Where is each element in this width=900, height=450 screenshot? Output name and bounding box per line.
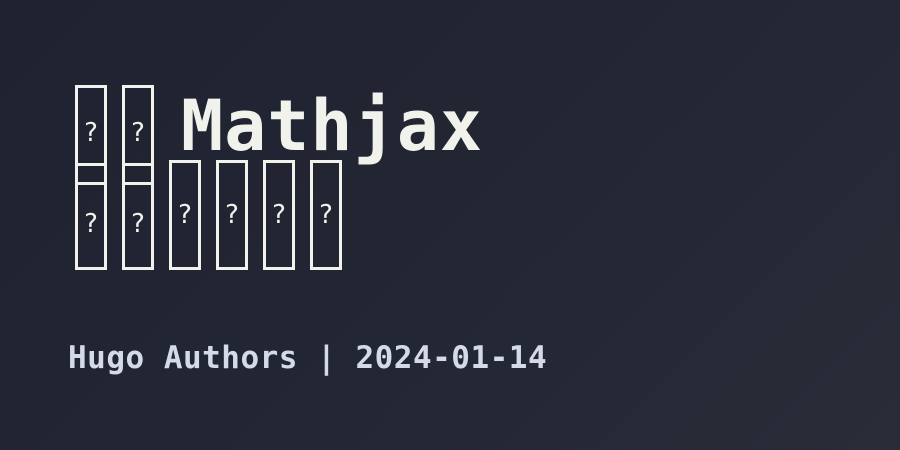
missing-glyph-box: ? (169, 160, 201, 270)
missing-glyph-mark: ? (131, 208, 145, 239)
missing-glyph-mark: ? (178, 200, 192, 230)
title-text: Mathjax (181, 85, 484, 167)
post-title-line-2: ? ? (75, 180, 169, 270)
meta-separator: | (297, 340, 356, 376)
post-date: 2024-01-14 (355, 340, 548, 376)
missing-glyph-mark: ? (84, 118, 98, 148)
og-image-card: ? ? Mathjax ? ? ? ? ? ? Hugo Authors | 2… (0, 0, 900, 450)
author-name: Hugo Authors (68, 340, 298, 376)
missing-glyph-box: ? (122, 180, 154, 270)
missing-glyph-mark: ? (225, 200, 239, 230)
missing-glyph-mark: ? (84, 208, 98, 239)
post-meta: Hugo Authors | 2024-01-14 (68, 340, 547, 376)
missing-glyph-box: ? (75, 180, 107, 270)
missing-glyph-mark: ? (319, 200, 333, 230)
missing-glyph-box: ? (122, 85, 154, 163)
missing-glyph-box: ? (216, 160, 248, 270)
missing-glyph-box: ? (310, 160, 342, 270)
missing-glyph-box: ? (75, 85, 107, 163)
post-title-line-2b: ? ? ? ? (169, 160, 357, 270)
missing-glyph-mark: ? (272, 200, 286, 230)
missing-glyph-mark: ? (131, 118, 145, 148)
missing-glyph-box: ? (263, 160, 295, 270)
